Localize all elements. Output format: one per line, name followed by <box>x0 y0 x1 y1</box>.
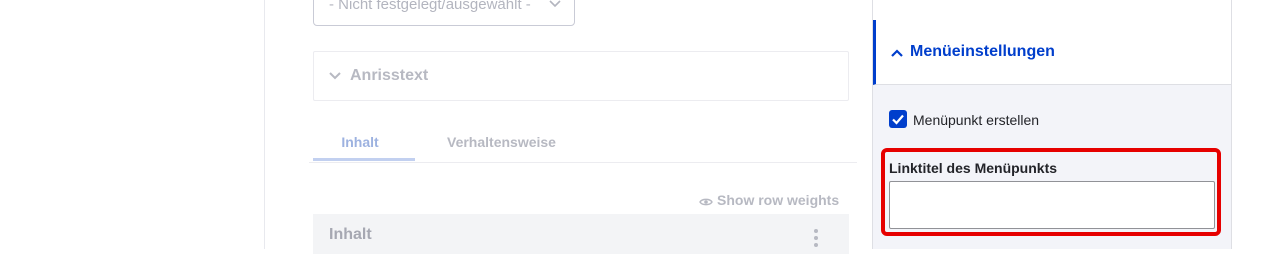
active-tab-indicator <box>313 158 415 161</box>
chevron-down-icon <box>329 72 341 80</box>
tab-verhaltensweise[interactable]: Verhaltensweise <box>447 134 556 150</box>
tab-bar: Inhalt Verhaltensweise <box>309 122 857 163</box>
menu-settings-title: Menüeinstellungen <box>910 43 1055 60</box>
row-label: Inhalt <box>329 226 372 243</box>
tab-inhalt[interactable]: Inhalt <box>309 134 411 150</box>
type-select[interactable]: - Nicht festgelegt/ausgewählt - <box>313 0 575 26</box>
eye-icon <box>699 198 713 206</box>
show-row-weights-button[interactable]: Show row weights <box>699 192 839 208</box>
sidebar-previous-section <box>873 0 1231 21</box>
anrisstext-label: Anrisstext <box>350 67 429 84</box>
link-title-label: Linktitel des Menüpunkts <box>889 160 1058 176</box>
sidebar: Menüeinstellungen Menüpunkt erstellen Li… <box>872 0 1232 249</box>
create-menu-item-checkbox[interactable] <box>889 110 907 128</box>
chevron-down-icon <box>549 0 561 8</box>
main-content: - Nicht festgelegt/ausgewählt - Anrisste… <box>264 0 873 254</box>
left-gutter <box>0 0 264 249</box>
checkmark-icon <box>892 114 904 125</box>
menu-settings-toggle[interactable]: Menüeinstellungen <box>873 20 1231 85</box>
link-title-input[interactable] <box>889 181 1215 229</box>
type-select-value: - Nicht festgelegt/ausgewählt - <box>329 0 531 13</box>
kebab-menu-icon[interactable] <box>813 228 819 248</box>
create-menu-item-label[interactable]: Menüpunkt erstellen <box>913 112 1039 128</box>
chevron-up-icon <box>891 49 903 57</box>
table-row: Inhalt <box>313 214 849 254</box>
show-row-weights-label: Show row weights <box>717 192 840 208</box>
anrisstext-details[interactable]: Anrisstext <box>313 51 849 101</box>
